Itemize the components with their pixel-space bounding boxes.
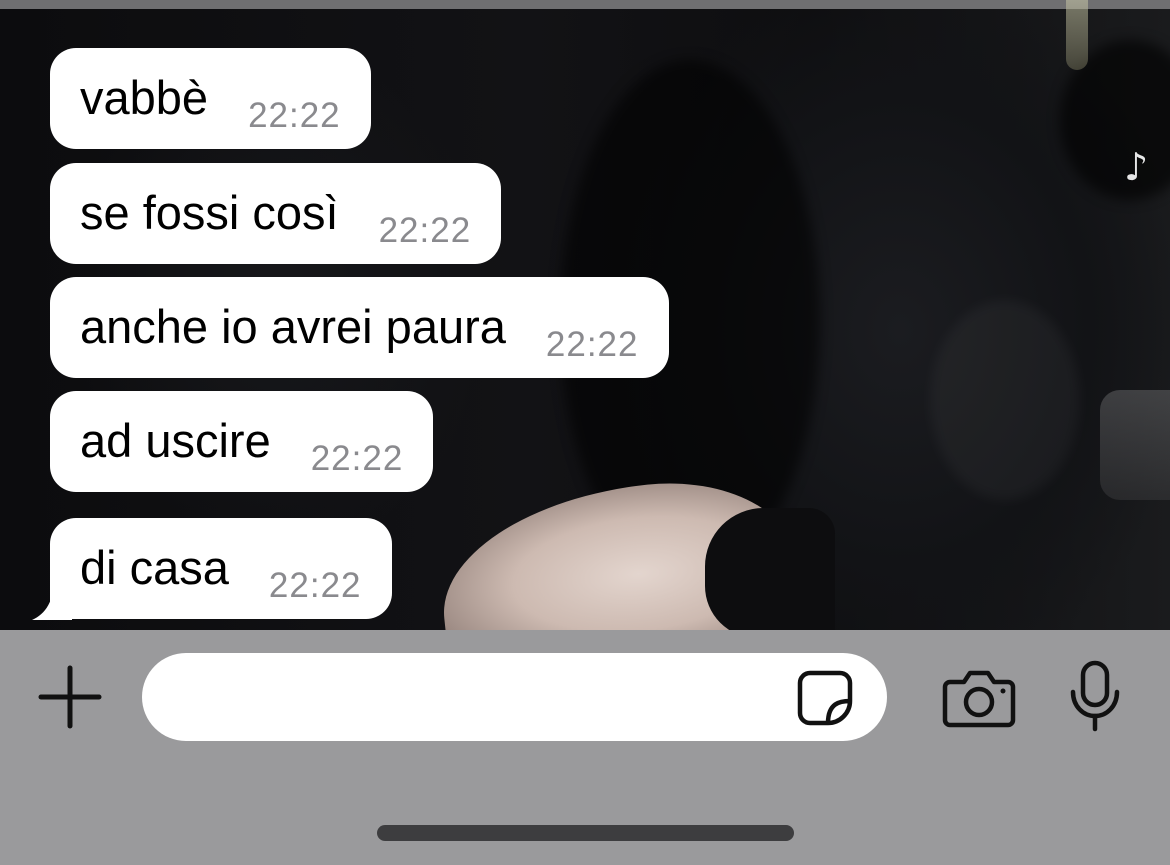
message-time: 22:22	[545, 325, 639, 364]
message-text: vabbè	[80, 71, 209, 124]
message-bubble[interactable]: se fossi così 22:22	[50, 163, 502, 264]
tiktok-icon: ♪	[1124, 145, 1149, 189]
message-text: ad uscire	[80, 414, 271, 467]
wallpaper-glint	[1066, 0, 1088, 70]
microphone-icon	[1070, 660, 1120, 732]
message-text: di casa	[80, 541, 229, 594]
message-bubble[interactable]: vabbè 22:22	[50, 48, 371, 149]
message-time: 22:22	[378, 211, 472, 250]
camera-button[interactable]	[942, 668, 1016, 728]
sticker-button[interactable]	[796, 669, 854, 727]
message-text: se fossi così	[80, 186, 339, 239]
message-input[interactable]	[142, 653, 887, 741]
home-indicator[interactable]	[377, 825, 794, 841]
message-bubble[interactable]: ad uscire 22:22	[50, 391, 434, 492]
wallpaper-glint	[1100, 390, 1170, 500]
attach-button[interactable]	[38, 665, 102, 729]
message-time: 22:22	[310, 439, 404, 478]
camera-icon	[942, 670, 1016, 728]
top-edge-strip	[0, 0, 1170, 9]
message-bubble[interactable]: anche io avrei paura 22:22	[50, 277, 669, 378]
sticker-icon	[797, 670, 853, 726]
wallpaper-highlight	[930, 300, 1080, 500]
message-text: anche io avrei paura	[80, 300, 506, 353]
message-time: 22:22	[268, 566, 362, 605]
plus-icon	[38, 665, 102, 729]
message-bubble[interactable]: di casa 22:22	[50, 518, 392, 619]
wallpaper-sleeve	[705, 508, 835, 630]
microphone-button[interactable]	[1068, 660, 1122, 732]
message-time: 22:22	[248, 96, 341, 135]
